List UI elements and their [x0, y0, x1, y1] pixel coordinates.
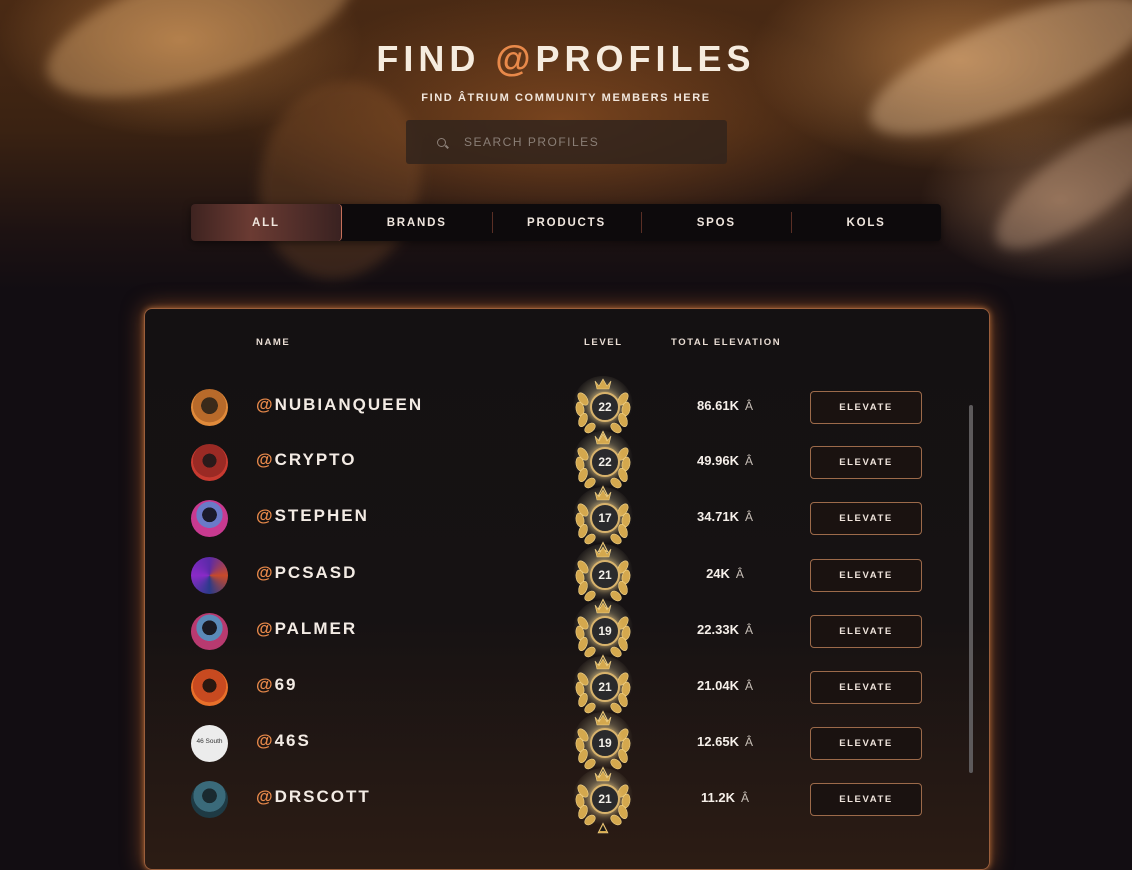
table-row: @PALMER 19 22.33K Â ELEVATE	[145, 600, 987, 669]
title-at-accent: @	[495, 38, 536, 79]
elevate-button[interactable]: ELEVATE	[810, 559, 922, 592]
level-badge: 21	[571, 765, 635, 839]
tab-spos[interactable]: SPOS	[641, 204, 791, 241]
category-tabs: ALL BRANDS PRODUCTS SPOS KOLS	[191, 204, 941, 241]
table-row: 46 South @46S 19 12.65K Â ELEVATE	[145, 712, 987, 781]
profile-handle[interactable]: @CRYPTO	[256, 450, 356, 470]
total-elevation: 49.96K Â	[697, 453, 753, 468]
atrium-currency-icon: Â	[744, 510, 753, 524]
elevate-button[interactable]: ELEVATE	[810, 502, 922, 535]
total-elevation: 22.33K Â	[697, 622, 753, 637]
total-elevation: 12.65K Â	[697, 734, 753, 749]
atrium-currency-icon: Â	[740, 791, 749, 805]
tab-products[interactable]: PRODUCTS	[491, 204, 642, 241]
profile-handle[interactable]: @PALMER	[256, 619, 357, 639]
atrium-currency-icon: Â	[744, 735, 753, 749]
search-bar[interactable]	[406, 120, 727, 164]
avatar[interactable]	[191, 669, 228, 706]
total-elevation: 34.71K Â	[697, 509, 753, 524]
atrium-currency-icon: Â	[744, 399, 753, 413]
page-subtitle: FIND ÂTRIUM COMMUNITY MEMBERS HERE	[421, 92, 711, 104]
level-value: 17	[590, 503, 620, 533]
tab-brands[interactable]: BRANDS	[342, 204, 492, 241]
elevate-button[interactable]: ELEVATE	[810, 783, 922, 816]
avatar[interactable]	[191, 781, 228, 818]
profile-handle[interactable]: @46S	[256, 731, 311, 751]
avatar[interactable]: 46 South	[191, 725, 228, 762]
table-row: @69 21 21.04K Â ELEVATE	[145, 656, 987, 725]
avatar[interactable]	[191, 389, 228, 426]
profile-handle[interactable]: @69	[256, 675, 298, 695]
page-title: FIND @PROFILES	[376, 38, 756, 79]
avatar[interactable]	[191, 613, 228, 650]
level-value: 21	[590, 672, 620, 702]
elevate-button[interactable]: ELEVATE	[810, 727, 922, 760]
avatar[interactable]	[191, 444, 228, 481]
column-header-name: NAME	[256, 337, 291, 348]
total-elevation: 11.2K Â	[701, 790, 749, 805]
total-elevation: 24K Â	[706, 566, 744, 581]
level-value: 21	[590, 784, 620, 814]
tab-all[interactable]: ALL	[191, 204, 342, 241]
table-row: @CRYPTO 22 49.96K Â ELEVATE	[145, 431, 987, 500]
level-value: 19	[590, 728, 620, 758]
elevate-button[interactable]: ELEVATE	[810, 446, 922, 479]
table-row: @DRSCOTT 21 11.2K Â ELEVATE	[145, 768, 987, 837]
level-value: 22	[590, 392, 620, 422]
profile-handle[interactable]: @PCSASD	[256, 563, 357, 583]
atrium-currency-icon: Â	[735, 567, 744, 581]
profile-handle[interactable]: @DRSCOTT	[256, 787, 371, 807]
search-input[interactable]	[462, 134, 706, 150]
level-value: 19	[590, 616, 620, 646]
search-icon	[437, 137, 446, 147]
elevate-button[interactable]: ELEVATE	[810, 615, 922, 648]
avatar-text: 46 South	[196, 738, 223, 745]
profile-handle[interactable]: @STEPHEN	[256, 506, 369, 526]
column-header-level: LEVEL	[584, 337, 623, 348]
column-header-elevation: TOTAL ELEVATION	[671, 337, 782, 348]
avatar[interactable]	[191, 557, 228, 594]
atrium-currency-icon: Â	[744, 679, 753, 693]
total-elevation: 86.61K Â	[697, 398, 753, 413]
elevate-button[interactable]: ELEVATE	[810, 391, 922, 424]
level-value: 21	[590, 560, 620, 590]
avatar[interactable]	[191, 500, 228, 537]
table-row: @PCSASD 21 24K Â ELEVATE	[145, 544, 987, 613]
level-value: 22	[590, 447, 620, 477]
total-elevation: 21.04K Â	[697, 678, 753, 693]
elevate-button[interactable]: ELEVATE	[810, 671, 922, 704]
table-row: @STEPHEN 17 34.71K Â ELEVATE	[145, 487, 987, 556]
atrium-currency-icon: Â	[744, 454, 753, 468]
profile-handle[interactable]: @NUBIANQUEEN	[256, 395, 423, 415]
atrium-currency-icon: Â	[744, 623, 753, 637]
tab-kols[interactable]: KOLS	[791, 204, 941, 241]
table-row: @NUBIANQUEEN 22 86.61K Â ELEVATE	[145, 376, 987, 445]
